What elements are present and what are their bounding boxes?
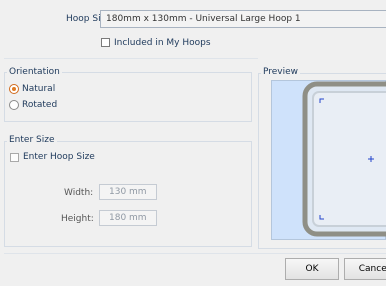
natural-label: Natural [22,84,56,94]
enter-size-title: Enter Size [7,135,57,145]
height-field[interactable]: 180 mm [99,210,157,226]
hoop-preview-drawing [302,81,386,237]
ok-button[interactable]: OK [285,258,339,280]
hoop-inner-area [312,91,386,227]
height-label: Height: [61,214,94,224]
hoop-size-value: 180mm x 130mm - Universal Large Hoop 1 [106,14,301,24]
preview-title: Preview [261,67,301,77]
included-in-my-hoops-label: Included in My Hoops [114,38,211,48]
height-value: 180 mm [109,213,147,223]
rotated-radio[interactable] [9,100,19,110]
width-field[interactable]: 130 mm [99,184,157,200]
orientation-title: Orientation [7,67,62,77]
hoop-size-dropdown[interactable]: 180mm x 130mm - Universal Large Hoop 1 [100,10,386,28]
divider [4,58,258,59]
width-value: 130 mm [109,187,147,197]
hoop-preview [271,80,386,240]
width-label: Width: [64,188,94,198]
enter-hoop-size-checkbox[interactable] [10,153,19,162]
included-in-my-hoops-checkbox[interactable] [101,38,110,47]
enter-hoop-size-label: Enter Hoop Size [23,152,95,162]
bottom-divider [4,253,386,254]
orientation-group [4,72,252,122]
cancel-button[interactable]: Cancel [344,258,386,280]
rotated-label: Rotated [22,100,58,110]
natural-radio[interactable] [9,84,19,94]
